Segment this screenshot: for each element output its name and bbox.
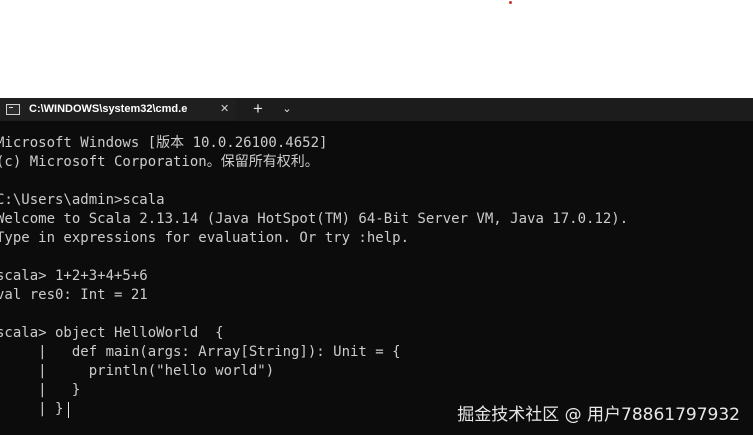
- terminal-line: | }: [0, 382, 81, 398]
- terminal-line: Microsoft Windows [版本 10.0.26100.4652]: [0, 135, 328, 151]
- terminal-line: | }: [0, 401, 64, 417]
- terminal-line: | println("hello world"): [0, 363, 275, 379]
- terminal-line: C:\Users\admin>scala: [0, 192, 165, 208]
- text-cursor: [68, 402, 69, 418]
- watermark: 掘金技术社区 @ 用户78861797932: [457, 405, 740, 425]
- close-tab-icon[interactable]: ✕: [220, 103, 229, 116]
- cmd-tab[interactable]: C:\WINDOWS\system32\cmd.e ✕: [0, 98, 236, 121]
- terminal-line: Welcome to Scala 2.13.14 (Java HotSpot(T…: [0, 211, 629, 227]
- terminal-output[interactable]: Microsoft Windows [版本 10.0.26100.4652] (…: [0, 121, 753, 435]
- cmd-icon: [6, 104, 20, 115]
- terminal-line: val res0: Int = 21: [0, 287, 148, 303]
- tab-title: C:\WINDOWS\system32\cmd.e: [29, 103, 188, 115]
- tab-dropdown-chevron-icon[interactable]: ⌄: [277, 99, 297, 119]
- terminal-line: scala> object HelloWorld {: [0, 325, 224, 341]
- terminal-line: Type in expressions for evaluation. Or t…: [0, 230, 410, 246]
- terminal-line: | def main(args: Array[String]): Unit = …: [0, 344, 401, 360]
- new-tab-button[interactable]: +: [248, 99, 268, 119]
- red-dot-marker: [509, 1, 512, 4]
- terminal-line: (c) Microsoft Corporation。保留所有权利。: [0, 154, 319, 170]
- terminal-line: scala> 1+2+3+4+5+6: [0, 268, 148, 284]
- terminal-tab-bar: C:\WINDOWS\system32\cmd.e ✕ + ⌄: [0, 98, 753, 121]
